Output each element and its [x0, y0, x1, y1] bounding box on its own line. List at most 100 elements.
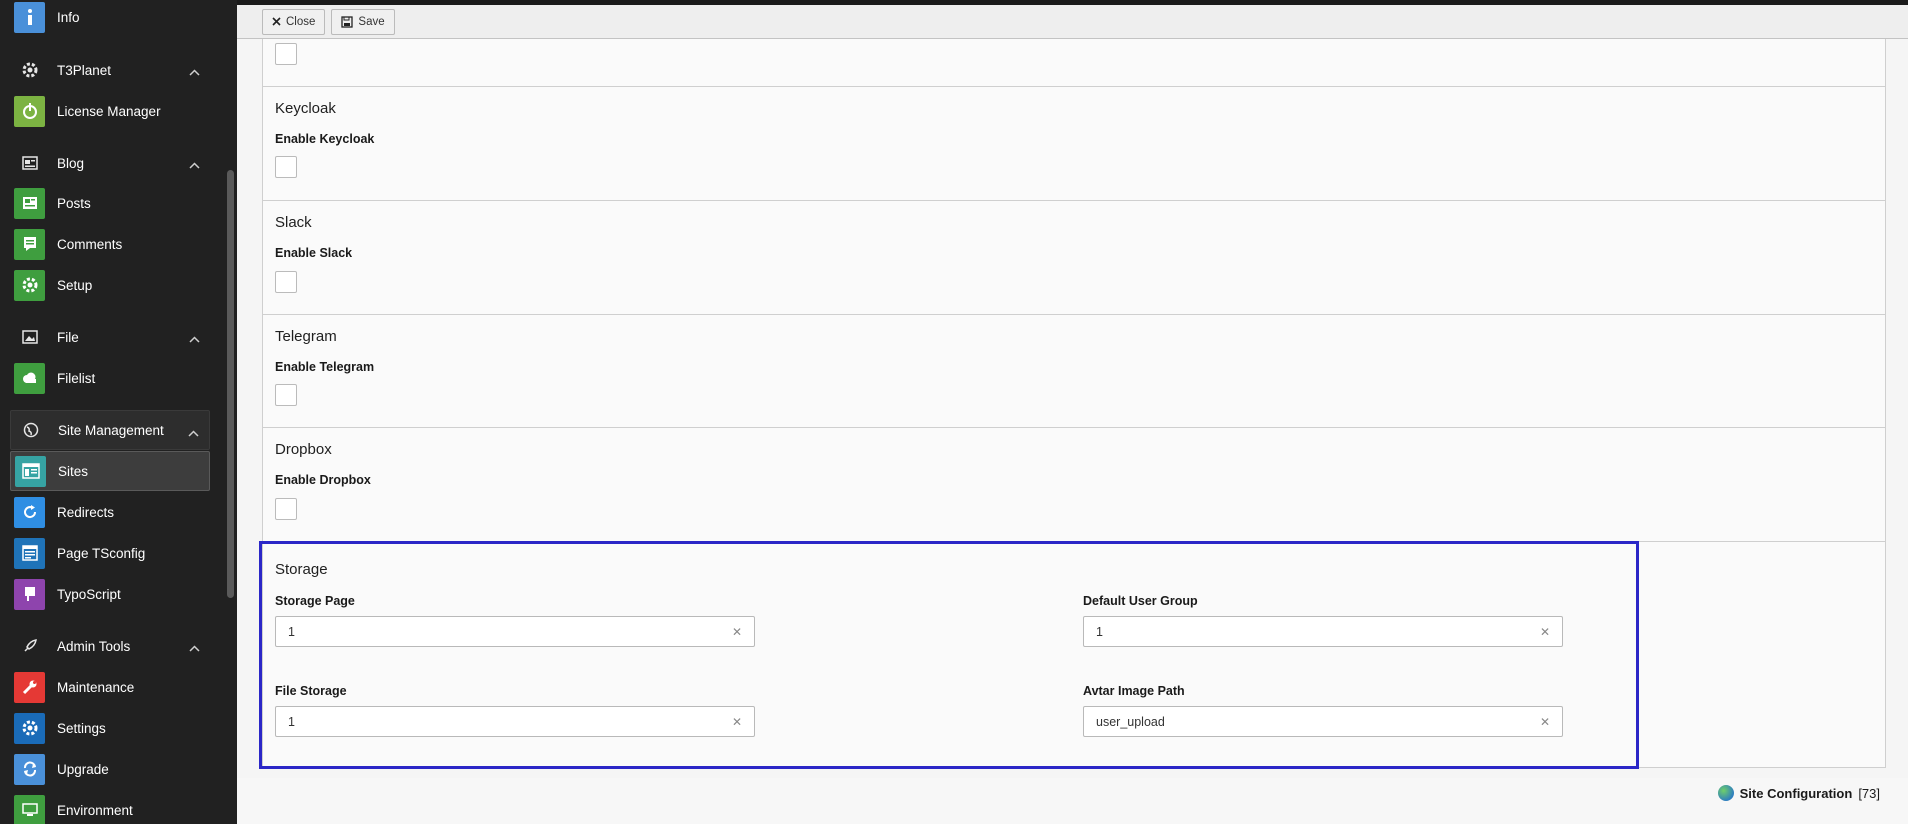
sidebar-item-label: Page TSconfig [57, 545, 146, 561]
section-title: Keycloak [275, 100, 336, 117]
posts-icon [14, 187, 45, 219]
sidebar-item-info[interactable]: Info [10, 0, 210, 37]
sidebar-item-label: Environment [57, 802, 133, 818]
section-title: Dropbox [275, 441, 332, 458]
enable-slack-checkbox[interactable] [275, 271, 297, 293]
clear-icon[interactable]: ✕ [732, 625, 742, 639]
default-user-group-label: Default User Group [1083, 594, 1198, 608]
sidebar-item-maintenance[interactable]: Maintenance [10, 667, 210, 707]
default-user-group-input[interactable]: 1 ✕ [1083, 616, 1563, 647]
sidebar-item-label: Posts [57, 195, 91, 211]
clear-icon[interactable]: ✕ [732, 715, 742, 729]
form-section-slack: Slack Enable Slack [262, 201, 1886, 315]
sidebar-group-label: File [57, 329, 79, 345]
upgrade-icon [14, 753, 45, 785]
chevron-up-icon[interactable] [189, 639, 200, 657]
blog-icon [14, 155, 45, 171]
chevron-up-icon[interactable] [189, 63, 200, 81]
close-icon [272, 17, 281, 26]
section-title: Slack [275, 214, 312, 231]
sidebar-item-page-tsconfig[interactable]: Page TSconfig [10, 533, 210, 573]
clear-icon[interactable]: ✕ [1540, 715, 1550, 729]
avatar-image-path-label: Avtar Image Path [1083, 684, 1185, 698]
sidebar-group-label: Blog [57, 155, 85, 171]
sidebar-item-comments[interactable]: Comments [10, 224, 210, 264]
section-title: Storage [275, 561, 328, 578]
sidebar-scrollbar[interactable] [227, 170, 234, 598]
redirects-icon [14, 496, 45, 528]
field-label: Enable Keycloak [275, 132, 375, 146]
file-storage-value: 1 [288, 714, 295, 729]
record-info: Site Configuration [73] [1717, 785, 1880, 801]
avatar-image-path-value: user_upload [1096, 714, 1165, 729]
form-section-dropbox: Dropbox Enable Dropbox [262, 428, 1886, 542]
sidebar-group-file[interactable]: File [10, 317, 210, 357]
file-storage-input[interactable]: 1 ✕ [275, 706, 755, 737]
typoscript-icon [14, 578, 45, 610]
sidebar-item-label: Settings [57, 720, 106, 736]
sidebar-item-posts[interactable]: Posts [10, 183, 210, 223]
chevron-up-icon[interactable] [189, 330, 200, 348]
form-section-telegram: Telegram Enable Telegram [262, 315, 1886, 428]
sidebar-group-site-management[interactable]: Site Management [10, 410, 210, 450]
storage-page-input[interactable]: 1 ✕ [275, 616, 755, 647]
sidebar-item-settings[interactable]: Settings [10, 708, 210, 748]
chevron-up-icon[interactable] [189, 156, 200, 174]
module-sidebar: Info T3Planet License Manager Blog Posts… [0, 0, 237, 824]
field-label: Enable Slack [275, 246, 353, 260]
sidebar-group-blog[interactable]: Blog [10, 143, 210, 183]
section-title: Telegram [275, 328, 337, 345]
sidebar-item-label: Comments [57, 236, 123, 252]
sidebar-item-label: License Manager [57, 103, 161, 119]
sidebar-item-redirects[interactable]: Redirects [10, 492, 210, 532]
enable-keycloak-checkbox[interactable] [275, 156, 297, 178]
sidebar-item-label: Info [57, 9, 80, 25]
chevron-up-icon[interactable] [188, 424, 199, 442]
avatar-image-path-input[interactable]: user_upload ✕ [1083, 706, 1563, 737]
sidebar-group-label: Site Management [58, 422, 164, 438]
wrench-icon [14, 671, 45, 703]
save-icon [341, 15, 354, 28]
gear-icon [14, 712, 45, 744]
storage-page-value: 1 [288, 624, 295, 639]
sidebar-item-upgrade[interactable]: Upgrade [10, 749, 210, 789]
sidebar-item-label: Sites [58, 463, 89, 479]
sites-icon [15, 455, 46, 487]
sidebar-item-label: Redirects [57, 504, 115, 520]
sidebar-group-t3planet[interactable]: T3Planet [10, 50, 210, 90]
form-section-storage: Storage Storage Page 1 ✕ Default User Gr… [262, 542, 1886, 768]
file-icon [14, 329, 45, 345]
close-button-label: Close [286, 15, 316, 28]
sidebar-group-label: T3Planet [57, 62, 112, 78]
power-icon [14, 95, 45, 127]
globe-icon [15, 422, 46, 438]
enable-dropbox-checkbox[interactable] [275, 498, 297, 520]
sidebar-item-setup[interactable]: Setup [10, 265, 210, 305]
form-content: Keycloak Enable Keycloak Slack Enable Sl… [262, 39, 1886, 769]
save-button[interactable]: Save [331, 8, 395, 35]
sidebar-item-sites[interactable]: Sites [10, 451, 210, 491]
record-type-label: Site Configuration [1739, 785, 1853, 801]
field-label: Enable Telegram [275, 360, 375, 374]
sidebar-item-environment[interactable]: Environment [10, 790, 210, 824]
file-storage-label: File Storage [275, 684, 347, 698]
rocket-icon [14, 638, 45, 654]
gear-icon [14, 269, 45, 301]
sidebar-item-label: Upgrade [57, 761, 109, 777]
storage-page-label: Storage Page [275, 594, 355, 608]
sidebar-item-label: Setup [57, 277, 93, 293]
sidebar-group-label: Admin Tools [57, 638, 131, 654]
enable-checkbox[interactable] [275, 43, 297, 65]
close-button[interactable]: Close [262, 8, 326, 35]
save-button-label: Save [358, 15, 385, 28]
clear-icon[interactable]: ✕ [1540, 625, 1550, 639]
enable-telegram-checkbox[interactable] [275, 384, 297, 406]
tsconfig-icon [14, 537, 45, 569]
sidebar-item-typoscript[interactable]: TypoScript [10, 574, 210, 614]
sidebar-group-admin-tools[interactable]: Admin Tools [10, 626, 210, 666]
sidebar-item-filelist[interactable]: Filelist [10, 358, 210, 398]
environment-icon [14, 794, 45, 824]
form-section-keycloak: Keycloak Enable Keycloak [262, 87, 1886, 201]
form-section-previous [262, 39, 1886, 87]
sidebar-item-license-manager[interactable]: License Manager [10, 91, 210, 131]
